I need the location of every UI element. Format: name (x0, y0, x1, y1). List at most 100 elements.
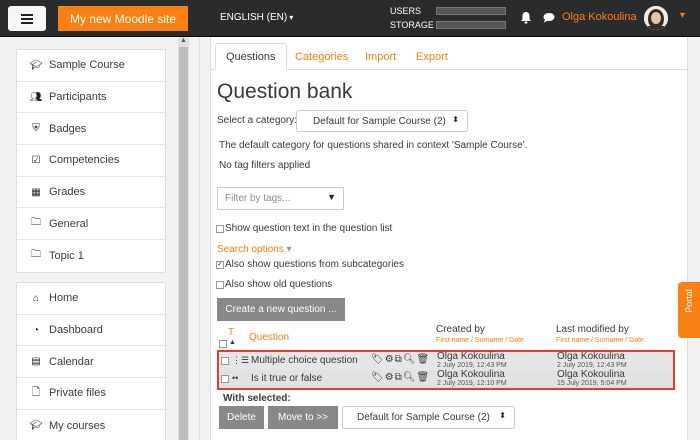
nav-item-sample-course[interactable]: 🎓︎ Sample Course (17, 50, 165, 82)
subcategories-option: ✓ Also show questions from subcategories (216, 259, 404, 270)
avatar[interactable] (644, 6, 668, 30)
category-select-value: Default for Sample Course (2) (313, 115, 446, 127)
question-name: Multiple choice question (251, 355, 358, 366)
question-bank-tabs: Questions Categories Import Export (211, 43, 689, 70)
question-list-highlight: ⋮☰ Multiple choice question 🏷︎⚙⧉🔍︎🗑︎ Olg… (217, 350, 675, 390)
row-checkbox[interactable] (221, 375, 229, 383)
multichoice-icon: ⋮☰ (232, 355, 250, 365)
site-name-button[interactable]: My new Moodle site (58, 6, 188, 31)
copy-icon[interactable]: ⧉ (395, 372, 403, 383)
subcategories-checkbox[interactable]: ✓ (216, 260, 224, 269)
nav-item-grades[interactable]: ▦ Grades (17, 177, 165, 209)
row-actions: 🏷︎⚙⧉🔍︎🗑︎ (371, 354, 430, 365)
dropdown-triangle-icon: ▼ (327, 192, 336, 202)
modified-sort-links[interactable]: First name / Surname / Date (556, 337, 644, 344)
nav-item-label: Sample Course (49, 59, 125, 72)
nav-item-label: Home (49, 292, 79, 305)
table-row: •• Is it true or false 🏷︎⚙⧉🔍︎🗑︎ Olga Kok… (219, 370, 673, 388)
create-question-button[interactable]: Create a new question ... (217, 298, 345, 321)
created-date: 2 July 2019, 12:10 PM (437, 380, 507, 387)
category-select[interactable]: Default for Sample Course (2) ⬍ (296, 110, 468, 132)
language-label: ENGLISH (EN) (220, 12, 288, 23)
created-date: 2 July 2019, 12:43 PM (437, 362, 507, 369)
nav-item-private-files[interactable]: 🗋 Private files (17, 378, 165, 410)
copy-icon[interactable]: ⧉ (395, 354, 403, 365)
nav-scrollbar[interactable]: ▲ (178, 37, 189, 440)
type-sort-link[interactable]: T (228, 327, 234, 338)
tab-export[interactable]: Export (406, 43, 458, 70)
nav-item-home[interactable]: ⌂ Home (17, 283, 165, 315)
old-questions-option: Also show old questions (216, 279, 332, 290)
tab-categories[interactable]: Categories (285, 43, 358, 70)
nav-item-topic-1[interactable]: 🗀 Topic 1 (17, 240, 165, 272)
users-icon: 👥︎ (29, 91, 43, 103)
row-checkbox[interactable] (221, 357, 229, 365)
subcategories-label: Also show questions from subcategories (225, 259, 404, 270)
question-sort-link[interactable]: Question (249, 332, 289, 343)
preview-icon[interactable]: 🔍︎ (403, 354, 417, 365)
with-selected-label: With selected: (223, 393, 291, 404)
user-photo-icon (644, 6, 668, 30)
check-square-icon: ☑ (31, 154, 41, 166)
question-bank-card: Questions Categories Import Export Quest… (210, 37, 689, 440)
nav-item-calendar[interactable]: ▤ Calendar (17, 346, 165, 379)
delete-icon[interactable]: 🗑︎ (417, 372, 431, 383)
move-target-select[interactable]: Default for Sample Course (2) ⬍ (342, 406, 515, 429)
folder-icon: 🗀 (31, 217, 41, 229)
chevron-down-icon: ▾ (286, 244, 292, 255)
scrollbar-thumb[interactable] (179, 47, 188, 440)
tab-questions[interactable]: Questions (215, 43, 287, 70)
modified-by-name: Olga Kokoulina (557, 351, 625, 362)
tag-icon[interactable]: 🏷︎ (371, 354, 385, 365)
table-row: ⋮☰ Multiple choice question 🏷︎⚙⧉🔍︎🗑︎ Olg… (219, 352, 673, 370)
bell-icon[interactable] (520, 11, 532, 24)
select-all-checkbox[interactable] (219, 340, 227, 348)
usage-meters: USERS STORAGE (390, 4, 506, 32)
user-menu-caret-icon[interactable]: ▾ (680, 10, 685, 21)
scroll-up-icon[interactable]: ▲ (178, 37, 189, 47)
delete-icon[interactable]: 🗑︎ (417, 354, 431, 365)
nav-item-label: Topic 1 (49, 249, 84, 262)
row-actions: 🏷︎⚙⧉🔍︎🗑︎ (371, 372, 430, 383)
nav-item-label: Participants (49, 91, 107, 104)
nav-item-my-courses[interactable]: 🎓︎ My courses (17, 410, 165, 440)
preview-icon[interactable]: 🔍︎ (403, 372, 417, 383)
nav-item-dashboard[interactable]: ◔ Dashboard (17, 315, 165, 347)
select-arrows-icon: ⬍ (452, 115, 459, 124)
nav-item-general[interactable]: 🗀 General (17, 208, 165, 241)
usage-storage-bar (436, 21, 506, 29)
truefalse-icon: •• (232, 373, 239, 383)
tab-import[interactable]: Import (355, 43, 406, 70)
nav-item-competencies[interactable]: ☑ Competencies (17, 145, 165, 177)
chat-bubble-icon[interactable] (543, 12, 555, 23)
tag-filter-input[interactable]: Filter by tags... ▼ (217, 187, 344, 210)
old-questions-checkbox[interactable] (216, 280, 224, 289)
portal-side-tab[interactable]: Portal (678, 282, 700, 338)
usage-storage-label: STORAGE (390, 20, 434, 30)
nav-drawer: 🎓︎ Sample Course 👥︎ Participants ⛨ Badges ☑… (0, 37, 200, 440)
folder-icon: 🗀 (31, 249, 41, 261)
nav-item-badges[interactable]: ⛨ Badges (17, 113, 165, 146)
tag-filter-placeholder: Filter by tags... (225, 193, 291, 204)
move-to-button[interactable]: Move to >> (268, 406, 338, 429)
delete-button[interactable]: Delete (219, 406, 264, 429)
tag-icon[interactable]: 🏷︎ (371, 372, 385, 383)
menu-toggle-button[interactable] (8, 6, 46, 31)
created-sort-links[interactable]: First name / Surname / Date (436, 337, 524, 344)
dashboard-icon: ◔ (32, 324, 40, 336)
modified-date: 2 July 2019, 12:43 PM (557, 362, 627, 369)
old-questions-label: Also show old questions (225, 279, 333, 290)
sort-asc-icon: ▲ (229, 339, 236, 346)
gear-icon[interactable]: ⚙ (385, 372, 395, 383)
search-options-toggle[interactable]: Search options ▾ (217, 244, 292, 255)
tag-filter-status: No tag filters applied (219, 160, 311, 171)
chevron-down-icon: ▾ (289, 13, 294, 22)
language-menu[interactable]: ENGLISH (EN) ▾ (220, 12, 293, 23)
gear-icon[interactable]: ⚙ (385, 354, 395, 365)
question-table-header: T ▲ Question Created by First name / Sur… (211, 324, 689, 351)
modified-date: 15 July 2019, 5:04 PM (557, 380, 627, 387)
user-name-link[interactable]: Olga Kokoulina (562, 11, 637, 23)
show-question-text-checkbox[interactable] (216, 224, 224, 233)
select-arrows-icon: ⬍ (499, 411, 506, 420)
nav-item-participants[interactable]: 👥︎ Participants (17, 82, 165, 114)
